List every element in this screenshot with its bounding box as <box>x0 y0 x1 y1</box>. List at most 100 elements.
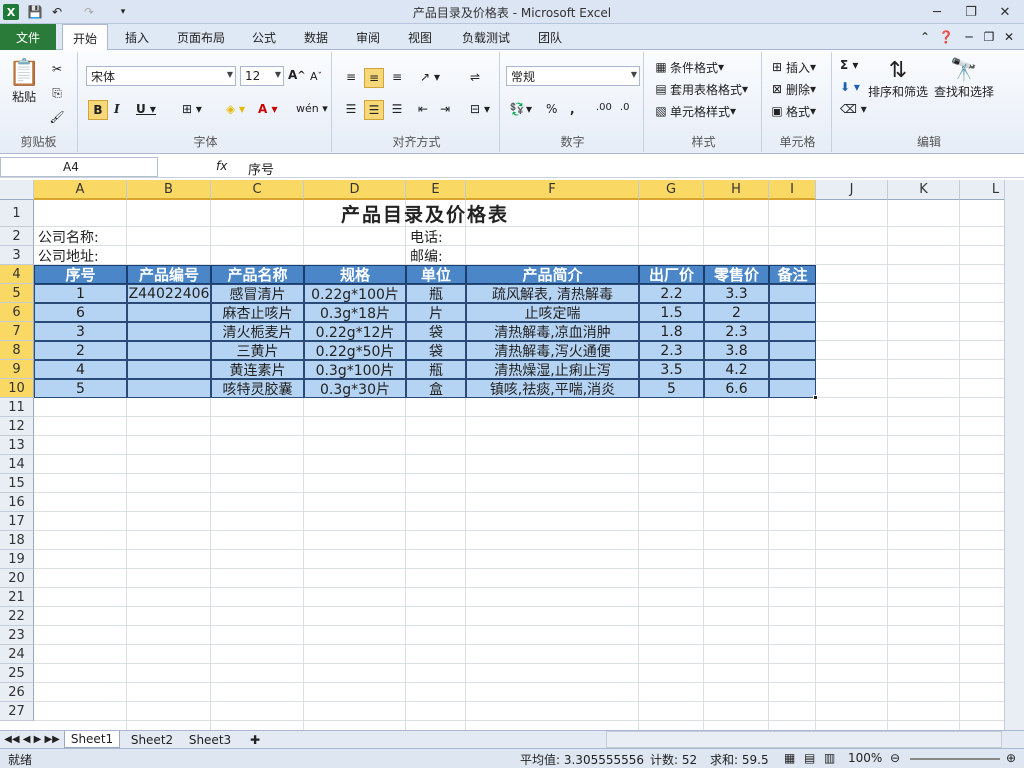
sheet-tab-2[interactable]: Sheet2 <box>124 731 180 748</box>
row-header[interactable]: 10 <box>0 379 34 398</box>
table-data-cell[interactable]: Z44022406 <box>127 284 211 303</box>
row-header[interactable]: 2 <box>0 227 34 246</box>
row-header[interactable]: 25 <box>0 664 34 683</box>
increase-decimal-icon[interactable]: .00 <box>596 102 612 113</box>
row-header[interactable]: 6 <box>0 303 34 322</box>
cut-icon[interactable]: ✂ <box>48 60 66 78</box>
tab-team[interactable]: 团队 <box>528 24 572 50</box>
merge-center-icon[interactable]: ⊟ ▾ <box>466 100 490 118</box>
phonetic-icon[interactable]: wén ▾ <box>296 102 328 115</box>
table-data-cell[interactable] <box>127 360 211 379</box>
table-data-cell[interactable]: 3.3 <box>704 284 769 303</box>
column-header[interactable]: L <box>960 180 1004 200</box>
page-layout-view-icon[interactable]: ▤ <box>804 751 815 765</box>
collapse-ribbon-icon[interactable]: ⌃ <box>916 24 934 50</box>
align-middle-icon[interactable]: ≡ <box>364 68 384 88</box>
column-header[interactable]: K <box>888 180 960 200</box>
table-data-cell[interactable]: 黄连素片 <box>211 360 304 379</box>
row-header[interactable]: 14 <box>0 455 34 474</box>
table-header-cell[interactable]: 出厂价 <box>639 265 704 284</box>
table-header-cell[interactable]: 规格 <box>304 265 406 284</box>
table-header-cell[interactable]: 单位 <box>406 265 466 284</box>
comma-icon[interactable]: , <box>570 102 575 116</box>
doc-restore-button[interactable]: ❐ <box>980 24 998 50</box>
table-data-cell[interactable]: 袋 <box>406 322 466 341</box>
table-data-cell[interactable]: 0.22g*12片 <box>304 322 406 341</box>
increase-indent-icon[interactable]: ⇥ <box>436 100 454 118</box>
sheet-tab-1[interactable]: Sheet1 <box>64 731 120 748</box>
company-name-label[interactable]: 公司名称: <box>38 227 188 246</box>
orientation-icon[interactable]: ↗ ▾ <box>416 68 440 86</box>
format-painter-icon[interactable]: 🖌 <box>48 108 66 126</box>
doc-minimize-button[interactable]: ─ <box>960 24 978 50</box>
row-header[interactable]: 5 <box>0 284 34 303</box>
row-header[interactable]: 11 <box>0 398 34 417</box>
delete-cells-button[interactable]: ⊠ 删除 ▾ <box>768 80 816 98</box>
align-right-icon[interactable]: ☰ <box>388 100 406 118</box>
row-header[interactable]: 27 <box>0 702 34 721</box>
row-header[interactable]: 26 <box>0 683 34 702</box>
format-cells-button[interactable]: ▣ 格式 ▾ <box>768 102 816 120</box>
sheet-nav-buttons[interactable]: ◀◀ ◀ ▶ ▶▶ <box>4 731 60 748</box>
vertical-scrollbar[interactable] <box>1004 180 1024 730</box>
insert-cells-button[interactable]: ⊞ 插入 ▾ <box>768 58 816 76</box>
table-data-cell[interactable] <box>769 341 816 360</box>
table-data-cell[interactable]: 咳特灵胶囊 <box>211 379 304 398</box>
clear-icon[interactable]: ⌫ ▾ <box>840 102 867 116</box>
tab-load-test[interactable]: 负载测试 <box>450 24 522 50</box>
table-header-cell[interactable]: 零售价 <box>704 265 769 284</box>
tab-data[interactable]: 数据 <box>294 24 338 50</box>
table-data-cell[interactable]: 0.3g*30片 <box>304 379 406 398</box>
row-header[interactable]: 16 <box>0 493 34 512</box>
sheet-title[interactable]: 产品目录及价格表 <box>34 200 816 227</box>
row-header[interactable]: 12 <box>0 417 34 436</box>
copy-icon[interactable]: ⎘ <box>48 84 66 102</box>
table-data-cell[interactable] <box>127 341 211 360</box>
conditional-format-button[interactable]: ▦ 条件格式 ▾ <box>652 58 724 76</box>
table-data-cell[interactable]: 清热解毒,泻火通便 <box>466 341 639 360</box>
table-data-cell[interactable]: 袋 <box>406 341 466 360</box>
row-header[interactable]: 20 <box>0 569 34 588</box>
table-data-cell[interactable]: 0.22g*50片 <box>304 341 406 360</box>
table-data-cell[interactable] <box>127 379 211 398</box>
sheet-tab-3[interactable]: Sheet3 <box>182 731 238 748</box>
close-button[interactable]: ✕ <box>992 2 1018 22</box>
column-header[interactable]: A <box>34 180 127 200</box>
table-data-cell[interactable]: 盒 <box>406 379 466 398</box>
insert-function-icon[interactable]: fx <box>216 159 227 173</box>
number-format-select[interactable]: 常规 ▼ <box>506 66 640 86</box>
row-header[interactable]: 22 <box>0 607 34 626</box>
table-data-cell[interactable] <box>127 322 211 341</box>
minimize-button[interactable]: ─ <box>924 2 950 22</box>
row-header[interactable]: 24 <box>0 645 34 664</box>
zip-label[interactable]: 邮编: <box>410 246 490 265</box>
table-data-cell[interactable]: 2.3 <box>639 341 704 360</box>
table-data-cell[interactable]: 三黄片 <box>211 341 304 360</box>
worksheet-grid[interactable]: A B C D E F G H I J K L 1 2 3 4 5 6 7 8 9 10 11 12 13 14 15 16 17 18 1… <box>0 180 1004 730</box>
help-icon[interactable]: ❓ <box>936 24 956 50</box>
table-data-cell[interactable]: 5 <box>34 379 127 398</box>
table-data-cell[interactable]: 清热燥湿,止痢止泻 <box>466 360 639 379</box>
row-header[interactable]: 23 <box>0 626 34 645</box>
align-center-icon[interactable]: ☰ <box>364 100 384 120</box>
autosum-icon[interactable]: Σ ▾ <box>840 58 858 72</box>
fill-icon[interactable]: ⬇ ▾ <box>840 80 860 94</box>
table-data-cell[interactable]: 止咳定喘 <box>466 303 639 322</box>
column-header[interactable]: F <box>466 180 639 200</box>
table-header-cell[interactable]: 序号 <box>34 265 127 284</box>
column-header[interactable]: E <box>406 180 466 200</box>
column-header[interactable]: H <box>704 180 769 200</box>
table-header-cell[interactable]: 产品简介 <box>466 265 639 284</box>
row-header[interactable]: 1 <box>0 200 34 227</box>
page-break-view-icon[interactable]: ▥ <box>824 751 835 765</box>
table-data-cell[interactable] <box>769 360 816 379</box>
table-data-cell[interactable]: 疏风解表, 清热解毒 <box>466 284 639 303</box>
table-data-cell[interactable]: 麻杏止咳片 <box>211 303 304 322</box>
shrink-font-icon[interactable]: Aˇ <box>310 70 322 83</box>
column-header[interactable]: J <box>816 180 888 200</box>
row-header[interactable]: 18 <box>0 531 34 550</box>
table-data-cell[interactable] <box>769 284 816 303</box>
grow-font-icon[interactable]: A ^ <box>288 68 306 82</box>
bold-button[interactable]: B <box>88 100 108 120</box>
tab-view[interactable]: 视图 <box>398 24 442 50</box>
